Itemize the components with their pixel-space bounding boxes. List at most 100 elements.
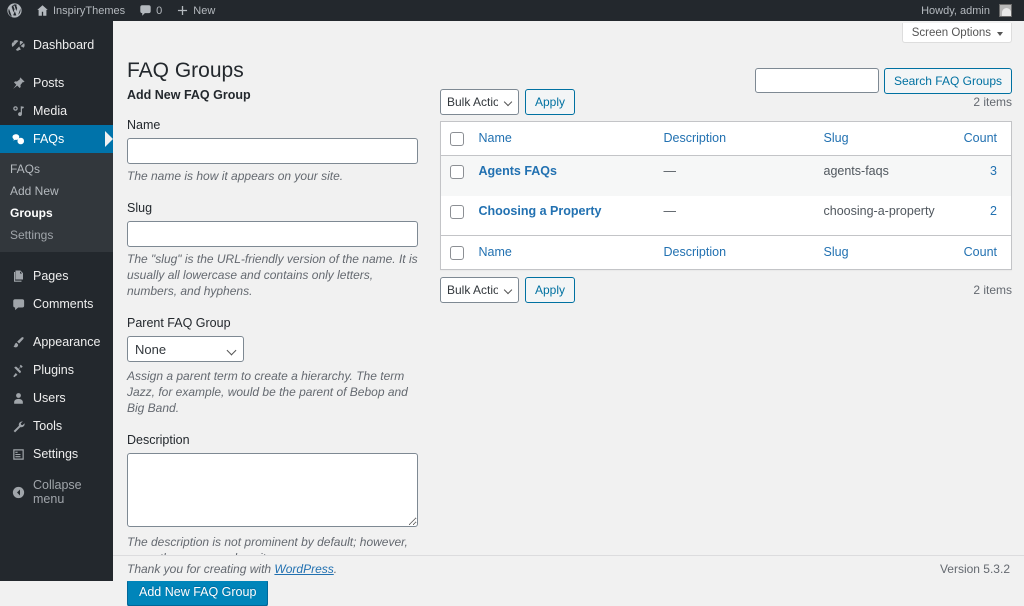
column-header-slug-top[interactable]: Slug xyxy=(814,122,954,156)
my-account-menu[interactable]: Howdy, admin xyxy=(914,0,1024,21)
site-name-menu[interactable]: InspiryThemes xyxy=(29,0,132,21)
sidebar-item-label: Settings xyxy=(33,447,78,461)
sidebar-item-posts[interactable]: Posts xyxy=(0,69,113,97)
comment-bubble-icon xyxy=(10,297,26,312)
wordpress-link[interactable]: WordPress xyxy=(274,562,333,576)
new-content-label: New xyxy=(193,5,215,17)
faq-groups-table: Name Description Slug Count xyxy=(440,121,1012,270)
sidebar-item-label: Users xyxy=(33,391,66,405)
column-header-count-bottom[interactable]: Count xyxy=(954,236,1012,270)
items-count-bottom: 2 items xyxy=(973,283,1012,297)
admin-footer: Thank you for creating with WordPress. V… xyxy=(113,555,1024,581)
sidebar-item-users[interactable]: Users xyxy=(0,384,113,412)
footer-version: Version 5.3.2 xyxy=(940,562,1010,576)
row-name-link[interactable]: Choosing a Property xyxy=(479,204,602,218)
description-textarea[interactable] xyxy=(127,453,418,527)
select-all-header-top xyxy=(441,122,469,156)
parent-field-label: Parent FAQ Group xyxy=(127,315,432,331)
home-icon xyxy=(36,4,49,17)
terms-list-panel: Bulk Actions Apply 2 items Name Descript… xyxy=(440,87,1012,305)
sidebar-item-appearance[interactable]: Appearance xyxy=(0,328,113,356)
description-field-label: Description xyxy=(127,432,432,448)
sidebar-item-media[interactable]: Media xyxy=(0,97,113,125)
column-header-slug-label: Slug xyxy=(824,245,849,259)
settings-sliders-icon xyxy=(10,447,26,462)
column-header-count-label: Count xyxy=(964,131,997,145)
column-header-name-top[interactable]: Name xyxy=(469,122,654,156)
row-checkbox[interactable] xyxy=(450,165,464,179)
bulk-actions-select-bottom[interactable]: Bulk Actions xyxy=(440,277,519,303)
table-footer-row: Name Description Slug Count xyxy=(441,236,1012,270)
sidebar-item-faqs[interactable]: FAQs xyxy=(0,125,113,153)
screen-options-button[interactable]: Screen Options xyxy=(902,23,1012,43)
sidebar-item-pages[interactable]: Pages xyxy=(0,262,113,290)
column-header-count-top[interactable]: Count xyxy=(954,122,1012,156)
page-title: FAQ Groups xyxy=(127,58,244,84)
paintbrush-icon xyxy=(10,335,26,350)
select-all-checkbox-top[interactable] xyxy=(450,132,464,146)
row-count-link[interactable]: 3 xyxy=(990,164,997,178)
bulk-actions-select-top[interactable]: Bulk Actions xyxy=(440,89,519,115)
media-icon xyxy=(10,104,26,119)
row-description-cell: — xyxy=(654,156,814,196)
sidebar-item-label: Tools xyxy=(33,419,62,433)
row-name-link[interactable]: Agents FAQs xyxy=(479,164,558,178)
row-slug-cell: choosing-a-property xyxy=(814,196,954,236)
row-name-cell: Agents FAQs xyxy=(469,156,654,196)
submenu-item-add-new[interactable]: Add New xyxy=(0,180,113,202)
sidebar-item-dashboard[interactable]: Dashboard xyxy=(0,31,113,59)
comments-count: 0 xyxy=(156,5,162,17)
comments-menu[interactable]: 0 xyxy=(132,0,169,21)
table-head: Name Description Slug Count xyxy=(441,122,1012,156)
sidebar-item-settings[interactable]: Settings xyxy=(0,440,113,468)
collapse-menu-button[interactable]: Collapse menu xyxy=(0,478,113,506)
select-all-checkbox-bottom[interactable] xyxy=(450,246,464,260)
admin-sidebar: Dashboard Posts Media FAQs FAQs Add New … xyxy=(0,21,113,581)
column-header-name-bottom[interactable]: Name xyxy=(469,236,654,270)
apply-button-top[interactable]: Apply xyxy=(525,89,575,115)
add-new-faq-group-button[interactable]: Add New FAQ Group xyxy=(127,579,268,606)
pin-icon xyxy=(10,76,26,91)
plus-icon xyxy=(176,4,189,17)
column-header-slug-bottom[interactable]: Slug xyxy=(814,236,954,270)
column-header-count-label: Count xyxy=(964,245,997,259)
footer-thanks: Thank you for creating with WordPress. xyxy=(127,562,337,576)
table-row: Choosing a Property — choosing-a-propert… xyxy=(441,196,1012,236)
faq-bubbles-icon xyxy=(10,132,26,147)
column-header-description-bottom[interactable]: Description xyxy=(654,236,814,270)
admin-bar: InspiryThemes 0 New Howdy, admin xyxy=(0,0,1024,21)
row-name-cell: Choosing a Property xyxy=(469,196,654,236)
slug-input[interactable] xyxy=(127,221,418,247)
wordpress-logo-menu[interactable] xyxy=(0,0,29,21)
sidebar-item-tools[interactable]: Tools xyxy=(0,412,113,440)
collapse-arrow-icon xyxy=(10,485,26,500)
column-header-description-top[interactable]: Description xyxy=(654,122,814,156)
sidebar-separator-2 xyxy=(0,252,113,262)
select-all-header-bottom xyxy=(441,236,469,270)
sidebar-top-spacer xyxy=(0,21,113,31)
sidebar-item-comments[interactable]: Comments xyxy=(0,290,113,318)
sidebar-separator-1 xyxy=(0,59,113,69)
submenu-item-faqs[interactable]: FAQs xyxy=(0,158,113,180)
plugin-icon xyxy=(10,363,26,378)
users-icon xyxy=(10,391,26,406)
name-field-label: Name xyxy=(127,117,432,133)
name-input[interactable] xyxy=(127,138,418,164)
submenu-item-settings[interactable]: Settings xyxy=(0,224,113,246)
new-content-menu[interactable]: New xyxy=(169,0,222,21)
row-slug-cell: agents-faqs xyxy=(814,156,954,196)
parent-select-wrapper: None xyxy=(127,336,244,362)
name-help-text: The name is how it appears on your site. xyxy=(127,168,419,184)
dashboard-icon xyxy=(10,38,26,53)
table-header-row: Name Description Slug Count xyxy=(441,122,1012,156)
submenu-item-groups[interactable]: Groups xyxy=(0,202,113,224)
row-checkbox[interactable] xyxy=(450,205,464,219)
row-count-link[interactable]: 2 xyxy=(990,204,997,218)
apply-button-bottom[interactable]: Apply xyxy=(525,277,575,303)
howdy-label: Howdy, admin xyxy=(921,5,990,17)
slug-field-label: Slug xyxy=(127,200,432,216)
comment-bubble-icon xyxy=(139,4,152,17)
items-count-top: 2 items xyxy=(973,95,1012,109)
sidebar-item-plugins[interactable]: Plugins xyxy=(0,356,113,384)
parent-select[interactable]: None xyxy=(127,336,244,362)
